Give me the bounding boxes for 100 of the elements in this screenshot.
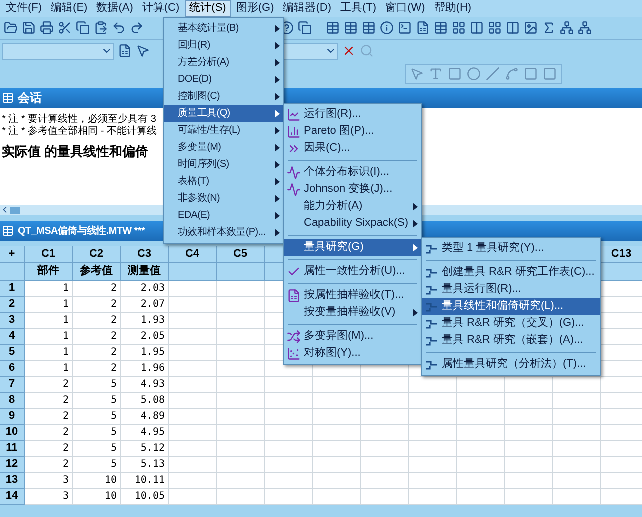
menu-item[interactable]: 按变量抽样验收(V) [284,304,421,321]
table-cell[interactable]: 1.96 [121,361,169,377]
table-cell[interactable]: 2 [25,409,73,425]
table-cell[interactable]: 4.93 [121,377,169,393]
table-cell[interactable] [217,361,265,377]
table-cell[interactable]: 2.03 [121,281,169,297]
menu-bar-item[interactable]: 图形(G) [232,0,278,17]
table-icon[interactable] [326,21,340,35]
menu-item[interactable]: 控制图(C) [164,88,283,105]
table-cell[interactable] [169,393,217,409]
row-header[interactable]: 12 [0,457,25,473]
line-icon[interactable] [486,67,500,81]
table-cell[interactable] [505,473,553,489]
table-cell[interactable] [409,393,457,409]
paste-icon[interactable] [94,21,108,35]
table-cell[interactable] [217,489,265,505]
table-cell[interactable] [505,457,553,473]
table-cell[interactable]: 3 [25,473,73,489]
save-icon[interactable] [22,21,36,35]
table-cell[interactable] [265,441,313,457]
curve-icon[interactable] [287,182,301,196]
table-cell[interactable] [601,329,642,345]
menu-item[interactable]: 多变量(M) [164,139,283,156]
network-icon[interactable] [560,21,574,35]
table-cell[interactable] [313,409,361,425]
menu-item[interactable]: 个体分布标识(I)... [284,164,421,181]
table-cell[interactable]: 5 [73,377,121,393]
menu-item[interactable]: 功效和样本数量(P)... [164,224,283,241]
table-cell[interactable]: 4.89 [121,409,169,425]
menu-item[interactable]: 因果(C)... [284,140,421,157]
table-cell[interactable] [409,441,457,457]
table-cell[interactable] [601,297,642,313]
dropdown-field[interactable] [2,42,114,60]
table-cell[interactable] [313,441,361,457]
table-cell[interactable] [169,345,217,361]
menu-item[interactable]: Pareto 图(P)... [284,123,421,140]
row-header[interactable]: 13 [0,473,25,489]
menu-item[interactable]: Capability Sixpack(S) [284,215,421,232]
scatter-icon[interactable] [287,346,301,360]
table-cell[interactable] [553,393,601,409]
info-icon[interactable] [380,21,394,35]
table-cell[interactable]: 2 [25,393,73,409]
menu-bar-item[interactable]: 编辑(E) [47,0,92,17]
row-header[interactable]: 5 [0,345,25,361]
menu-item[interactable]: 量具研究(G) [284,239,421,256]
table-cell[interactable] [457,393,505,409]
table-cell[interactable]: 2 [25,441,73,457]
table-cell[interactable]: 2 [73,297,121,313]
row-header[interactable]: 1 [0,281,25,297]
image-icon[interactable] [524,21,538,35]
menu-item[interactable]: 运行图(R)... [284,106,421,123]
menu-bar-item[interactable]: 文件(F) [2,0,46,17]
menu-bar-item[interactable]: 统计(S) [184,0,232,17]
table-cell[interactable] [169,473,217,489]
menu-bar-item[interactable]: 数据(A) [92,0,138,17]
menu-item[interactable]: 回归(R) [164,37,283,54]
menu-bar-item[interactable]: 窗口(W) [382,0,430,17]
table-cell[interactable] [313,473,361,489]
distribution-icon[interactable] [287,166,301,180]
row-header[interactable]: 6 [0,361,25,377]
table-cell[interactable]: 5 [73,425,121,441]
menu-item[interactable]: EDA(E) [164,207,283,224]
table-cell[interactable] [553,473,601,489]
menu-item[interactable]: 类型 1 量具研究(Y)... [422,240,600,257]
table-cell[interactable]: 5 [73,409,121,425]
row-header[interactable]: 4 [0,329,25,345]
table-cell[interactable] [505,393,553,409]
table-cell[interactable] [265,489,313,505]
table-cell[interactable] [217,393,265,409]
table-cell[interactable] [457,441,505,457]
bar-chart-icon[interactable] [287,124,301,138]
sheet-icon[interactable] [287,288,301,302]
ellipse-icon[interactable] [467,67,481,81]
table-cell[interactable] [601,489,642,505]
table-cell[interactable] [169,441,217,457]
row-header[interactable]: 11 [0,441,25,457]
table-cell[interactable]: 1 [25,297,73,313]
table-cell[interactable] [457,409,505,425]
folder-icon[interactable] [4,21,18,35]
table-cell[interactable] [217,329,265,345]
menu-item[interactable]: 量具运行图(R)... [422,281,600,298]
table-cell[interactable]: 2.05 [121,329,169,345]
table-cell[interactable] [169,329,217,345]
menu-item[interactable]: Johnson 变换(J)... [284,181,421,198]
table-cell[interactable]: 2 [73,281,121,297]
row-header[interactable]: 8 [0,393,25,409]
table-cell[interactable]: 2 [73,329,121,345]
menu-item[interactable]: 非参数(N) [164,190,283,207]
grid-icon[interactable] [452,21,466,35]
menu-item[interactable]: 量具 R&R 研究（嵌套）(A)... [422,332,600,349]
menu-item[interactable]: 基本统计量(B) [164,20,283,37]
row-header[interactable]: 7 [0,377,25,393]
table-cell[interactable]: 2 [73,361,121,377]
menu-bar-item[interactable]: 计算(C) [138,0,184,17]
polygon-icon[interactable] [524,67,538,81]
table-cell[interactable] [553,409,601,425]
table-cell[interactable] [457,473,505,489]
table-cell[interactable]: 1 [25,361,73,377]
copy-icon[interactable] [76,21,90,35]
table-cell[interactable] [169,361,217,377]
